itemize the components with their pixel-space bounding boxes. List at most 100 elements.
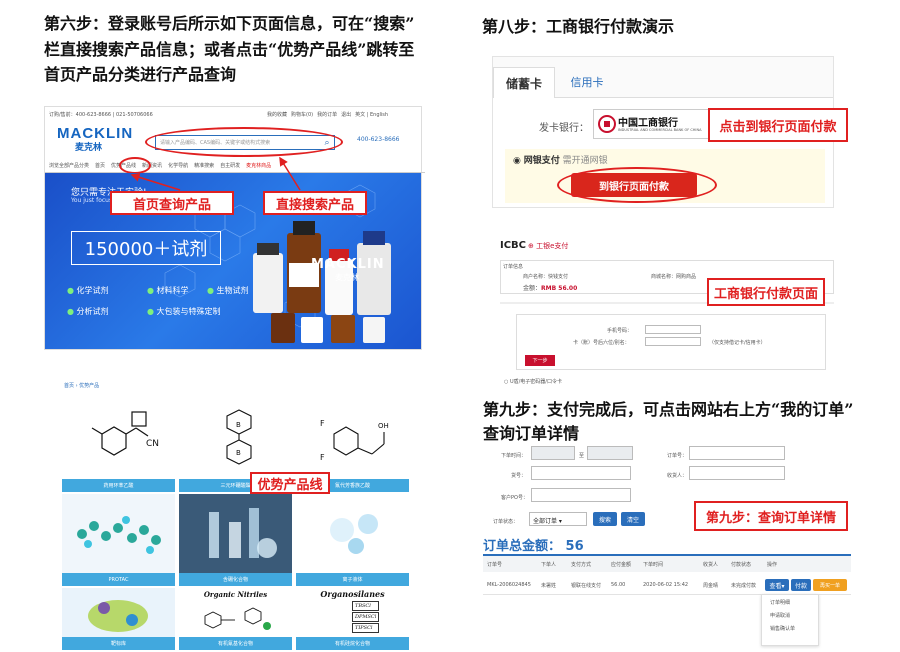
topbar-cart[interactable]: 购物车(0) xyxy=(291,111,313,118)
icbc-next-button[interactable]: 下一步 xyxy=(525,355,555,366)
tile-organic-nitriles[interactable]: Organic Nitriles 有机氰基化合物 xyxy=(179,588,292,650)
protac-molecule-image xyxy=(77,516,161,554)
icbc-amount: 金额：RMB 56.00 xyxy=(523,285,578,292)
step8-heading: 第八步：工商银行付款演示 xyxy=(482,17,675,36)
callout-direct-search: 直接搜索产品 xyxy=(263,191,367,215)
menu-request-cancel[interactable]: 申请取消 xyxy=(762,608,818,621)
cell-orderer: 未署姓 xyxy=(541,582,557,589)
reset-button[interactable]: 清空 xyxy=(621,512,645,526)
nav-chem-guide[interactable]: 化学导航 xyxy=(168,162,188,169)
tab-debit-card[interactable]: 储蓄卡 xyxy=(493,67,555,98)
tile-organosilanes[interactable]: Organosilanes TBSCl DPMSCl TIPSCl 有机硅烷化合… xyxy=(296,588,409,650)
pay-button-oval xyxy=(557,167,717,203)
tile-ionic-liquids[interactable]: 离子液体 xyxy=(296,494,409,586)
nav-all-categories[interactable]: 浏览全部产品分类 xyxy=(49,162,89,169)
feature-analysis: ● 分析试剂 xyxy=(67,307,109,316)
icbc-epay: ⊕ 工银e支付 xyxy=(528,242,569,250)
bank-name-en: INDUSTRIAL AND COMMERCIAL BANK OF CHINA xyxy=(618,128,702,132)
menu-order-detail[interactable]: 订单明细 xyxy=(762,595,818,608)
cell-amount: 56.00 xyxy=(611,582,626,588)
reorder-button[interactable]: 再买一单 xyxy=(813,579,847,591)
step9-heading-line2: 查询订单详情 xyxy=(483,424,580,443)
goods-no-input[interactable] xyxy=(531,466,631,480)
nav-rnd[interactable]: 自主研发 xyxy=(220,162,240,169)
tile-caption: 离子液体 xyxy=(296,573,409,586)
tile-boron-compounds[interactable]: 含硼化合物 xyxy=(179,494,292,586)
callout-featured-line: 优势产品线 xyxy=(250,472,330,494)
topbar-favorites[interactable]: 我的收藏 xyxy=(267,111,287,118)
po-no-input[interactable] xyxy=(531,488,631,502)
cell-order-time: 2020-06-02 15:42 xyxy=(643,582,689,588)
callout-icbc-page: 工商银行付款页面 xyxy=(707,278,825,306)
step9-heading-line1: 第九步：支付完成后，可点击网站右上方“我的订单” xyxy=(483,400,854,419)
macklin-logo-cn: 麦克林 xyxy=(75,143,103,153)
cell-pay-method: 银联在线支付 xyxy=(571,582,602,589)
cell-pay-status: 未完成付款 xyxy=(731,582,757,589)
order-query-panel: 下单时间： 至 订单号： 货号： 收货人： 客户PO号： 订单状态： 全部订单 … xyxy=(483,444,853,646)
svg-text:OH: OH xyxy=(378,422,389,430)
icbc-udun-option[interactable]: ○ U盾/电子密码器/口令卡 xyxy=(504,378,562,385)
icbc-card-input[interactable] xyxy=(645,337,701,346)
target-protein-image xyxy=(88,600,148,632)
cell-order-no: MKL-2006024845 xyxy=(487,582,531,588)
tile-caption: 有机硅烷化合物 xyxy=(296,637,409,650)
nitriles-structure xyxy=(204,607,271,630)
tile-caption: 靶标库 xyxy=(62,637,175,650)
tile-caption: 有机氰基化合物 xyxy=(179,637,292,650)
order-table-header: 订单号 下单人 支付方式 应付金额 下单时间 收货人 付款状态 操作 xyxy=(483,554,851,572)
view-dropdown-menu: 订单明细 申请取消 销售确认单 xyxy=(761,594,819,646)
tile-protac[interactable]: PROTAC xyxy=(62,494,175,586)
icbc-payment-page: ICBC ⊕ 工银e支付 订单信息 商户名称：快钱支付 商城名称：网购商品 金额… xyxy=(500,236,834,386)
callout-click-bank-pay: 点击到银行页面付款 xyxy=(708,108,848,142)
icbc-mall: 商城名称：网购商品 xyxy=(651,274,697,280)
bank-name: 中国工商银行 xyxy=(618,118,678,129)
tile-caption: 药用环苯乙酸 xyxy=(62,479,175,492)
silanes-title: Organosilanes xyxy=(320,589,385,599)
icbc-phone-input[interactable] xyxy=(645,325,701,334)
menu-sales-confirm[interactable]: 销售确认单 xyxy=(762,621,818,634)
nitriles-title: Organic Nitriles xyxy=(203,590,268,599)
step6-heading-line1: 第六步：登录账号后所示如下页面信息，可在“搜索” xyxy=(44,14,415,33)
tab-credit-card[interactable]: 信用卡 xyxy=(557,67,617,97)
order-status-select[interactable]: 全部订单 ▾ xyxy=(529,512,587,526)
view-dropdown-button[interactable]: 查看▾ xyxy=(765,579,789,591)
receiver-input[interactable] xyxy=(689,466,785,480)
search-button[interactable]: 搜索 xyxy=(593,512,617,526)
featured-products-screenshot: 首页 › 优势产品 CN 药用环苯乙酸 B B 三元环硼酸酯 F F OH 氟代… xyxy=(58,380,409,650)
ionic-liquid-image xyxy=(330,514,378,554)
bank-label: 发卡银行： xyxy=(539,123,589,134)
nav-home[interactable]: 首页 xyxy=(95,162,105,169)
icbc-brand: ICBC xyxy=(500,240,527,251)
tile-target-library[interactable]: 靶标库 xyxy=(62,588,175,650)
products-breadcrumb: 首页 › 优势产品 xyxy=(64,383,100,389)
step6-heading-line2: 栏直接搜索产品信息；或者点击“优势产品线”跳转至 xyxy=(44,40,415,59)
svg-text:B: B xyxy=(236,421,241,429)
netbank-radio[interactable]: ◉ 网银支付 需开通网银 xyxy=(513,153,608,166)
icbc-form: 手机号码： 卡（账）号后六位/别名： （仅支持借记卡/信用卡） 下一步 xyxy=(516,314,826,370)
banner-headline-box: 150000＋试剂 xyxy=(71,231,221,265)
order-time-end[interactable] xyxy=(587,446,633,460)
topbar-language[interactable]: 英文 | English xyxy=(355,111,388,118)
feature-material: ● 材料科学 xyxy=(147,286,189,295)
structure-fluoro-acid: F F OH xyxy=(320,419,389,462)
reagent-bottles-image xyxy=(253,221,391,343)
order-time-start[interactable] xyxy=(531,446,575,460)
cell-receiver: 周金晴 xyxy=(703,582,719,589)
banner-brand: MACKLIN xyxy=(311,257,385,272)
nav-precise-search[interactable]: 精准搜索 xyxy=(194,162,214,169)
structure-boronate: B B xyxy=(226,409,252,465)
tile-aryl-cyclobutane[interactable]: CN 药用环苯乙酸 xyxy=(62,400,175,492)
topbar-my-orders[interactable]: 我的订单 xyxy=(317,111,337,118)
order-no-input[interactable] xyxy=(689,446,785,460)
nav-macklin-goods[interactable]: 麦克林商品 xyxy=(246,162,271,169)
featured-nav-oval xyxy=(119,157,151,174)
phone-number: 400-623-8666 xyxy=(357,136,400,143)
pay-button[interactable]: 付款 xyxy=(791,579,811,591)
icbc-merchant: 商户名称：快钱支付 xyxy=(523,274,569,280)
topbar-logout[interactable]: 退出 xyxy=(341,111,351,118)
main-nav: 浏览全部产品分类 首页 优势产品线 新闻资讯 化学导航 精准搜索 自主研发 麦克… xyxy=(45,159,425,173)
icbc-logo-icon xyxy=(598,115,616,133)
macklin-site-screenshot: 订购/售前：400-623-8666 | 021-50706066 我的收藏 购… xyxy=(44,106,425,350)
callout-home-query: 首页查询产品 xyxy=(110,191,234,215)
tile-caption: PROTAC xyxy=(62,573,175,586)
